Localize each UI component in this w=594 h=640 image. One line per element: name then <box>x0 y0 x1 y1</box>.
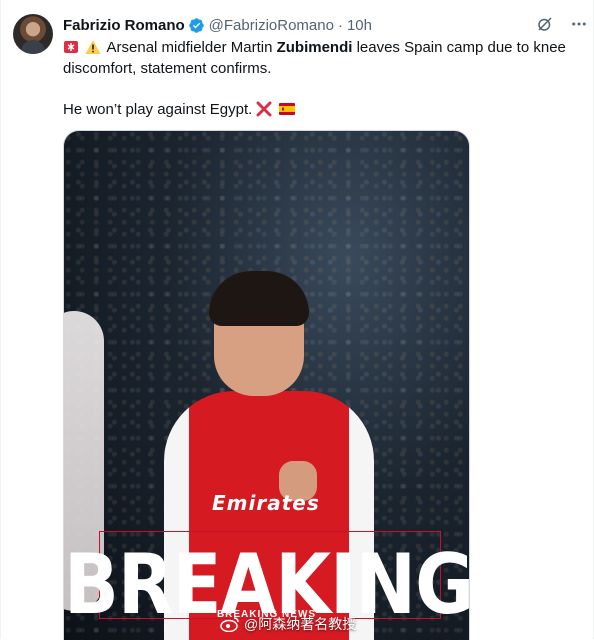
text-line1-bold: Zubimendi <box>276 39 353 56</box>
author-name[interactable]: Fabrizio Romano <box>63 17 185 34</box>
grok-icon[interactable] <box>535 14 555 34</box>
watermark-text: @阿森纳著名教授 <box>244 616 357 632</box>
warning-emoji <box>85 40 101 54</box>
author-handle[interactable]: @FabrizioRomano <box>209 17 334 34</box>
rotating-light-emoji <box>64 41 78 53</box>
tweet-text: Arsenal midfielder Martin Zubimendi leav… <box>63 37 583 120</box>
weibo-icon <box>220 617 239 632</box>
tweet-media-image[interactable]: Emirates BREAKING BREAKING NEWS @阿森纳著名教授 <box>63 130 470 640</box>
text-line2: He won’t play against Egypt. <box>63 101 253 118</box>
weibo-watermark: @阿森纳著名教授 <box>220 614 356 634</box>
spain-flag-emoji <box>278 103 295 115</box>
tweet-header: Fabrizio Romano @FabrizioRomano · 10h <box>63 15 581 35</box>
cross-mark-emoji <box>256 101 272 117</box>
shirt-sponsor: Emirates <box>212 491 320 515</box>
text-line1-pre: Arsenal midfielder Martin <box>106 39 277 56</box>
more-icon[interactable] <box>569 14 589 34</box>
header-actions <box>535 14 589 34</box>
verified-badge-icon <box>188 17 204 33</box>
timestamp[interactable]: 10h <box>347 17 372 34</box>
tweet[interactable]: Fabrizio Romano @FabrizioRomano · 10h Ar… <box>0 0 594 640</box>
avatar[interactable] <box>13 14 53 54</box>
separator-dot: · <box>337 16 343 34</box>
